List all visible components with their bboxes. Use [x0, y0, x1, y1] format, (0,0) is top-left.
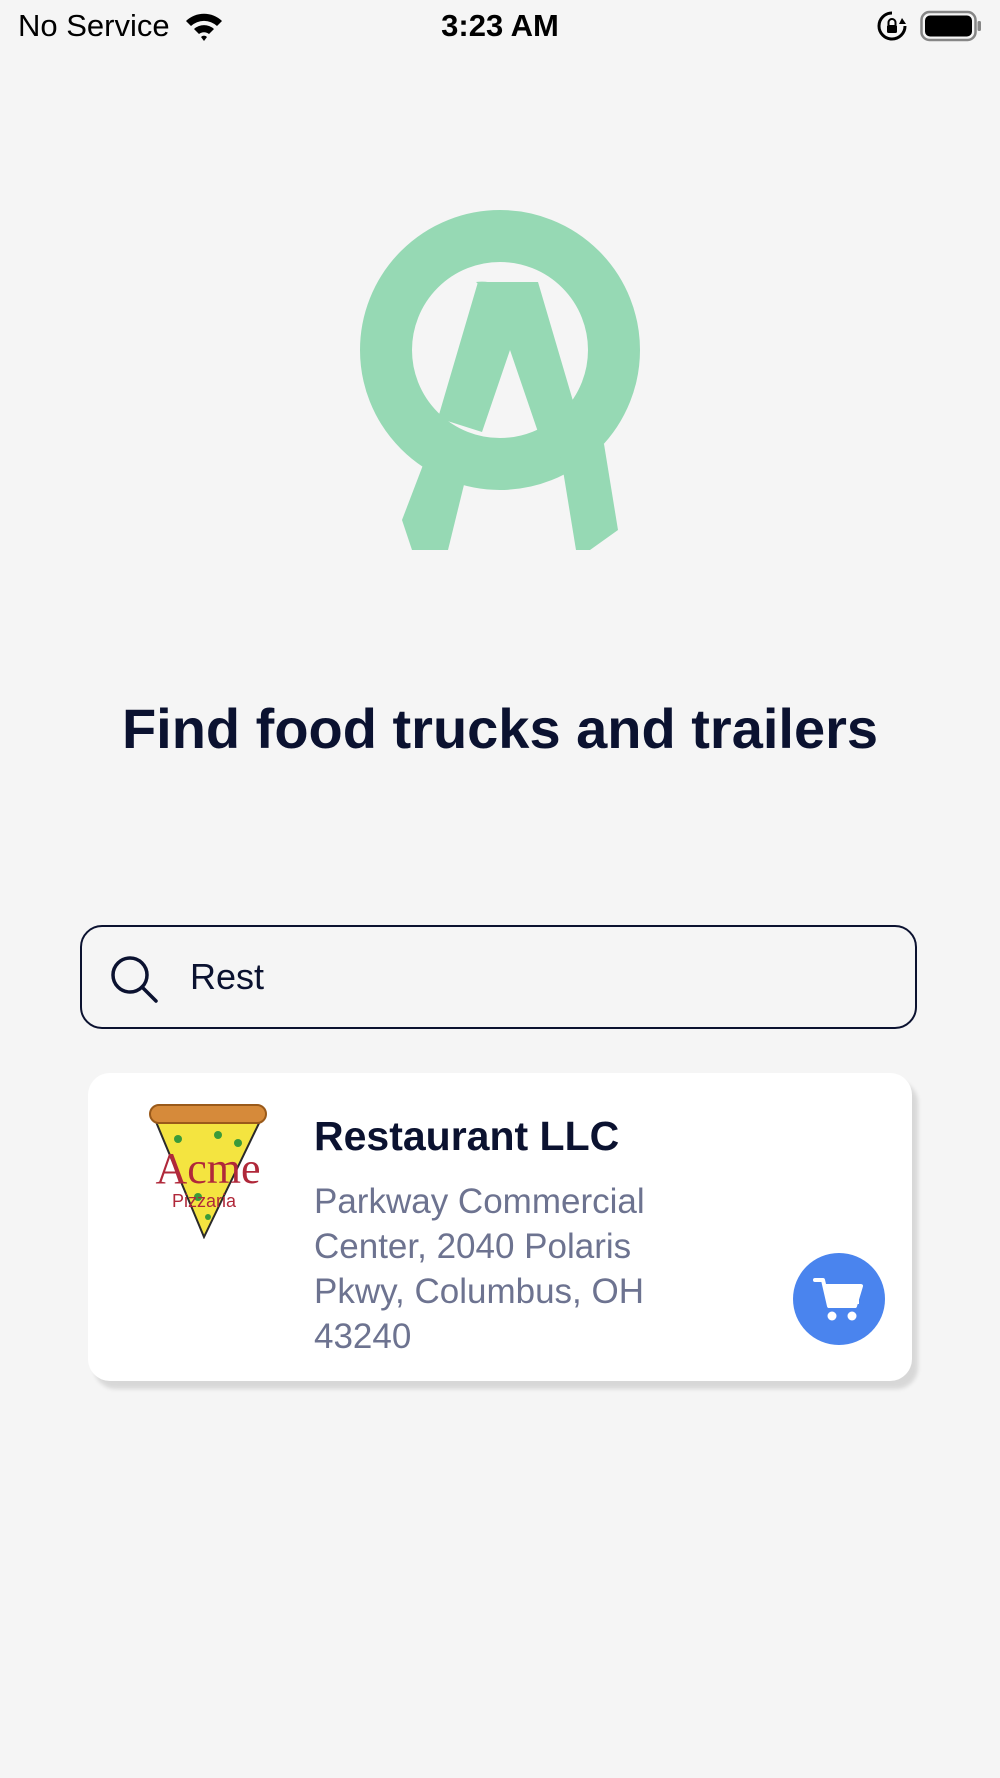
restaurant-address: Parkway Commercial Center, 2040 Polaris …	[314, 1182, 645, 1356]
status-time: 3:23 AM	[441, 8, 559, 43]
rotation-lock-icon	[877, 11, 907, 41]
search-icon	[111, 956, 158, 1003]
search-input[interactable]	[190, 927, 890, 1026]
page-title: Find food trucks and trailers	[121, 697, 879, 760]
search-bar[interactable]	[80, 925, 917, 1029]
cart-icon	[813, 1278, 863, 1321]
status-right	[876, 10, 982, 42]
battery-icon	[920, 10, 981, 42]
logo-sub-text: Pizzaria	[172, 1191, 237, 1211]
acme-pizzaria-logo: Acme Pizzaria	[149, 1104, 267, 1239]
logo-brand-text: Acme	[155, 1144, 260, 1193]
app-logo	[360, 210, 640, 550]
status-bar: No Service 3:23 AM	[0, 0, 1000, 56]
result-card[interactable]: Acme Pizzaria Restaurant LLC Parkway Com…	[88, 1073, 912, 1381]
restaurant-name: Restaurant LLC	[314, 1113, 620, 1159]
cart-button[interactable]	[793, 1253, 885, 1345]
